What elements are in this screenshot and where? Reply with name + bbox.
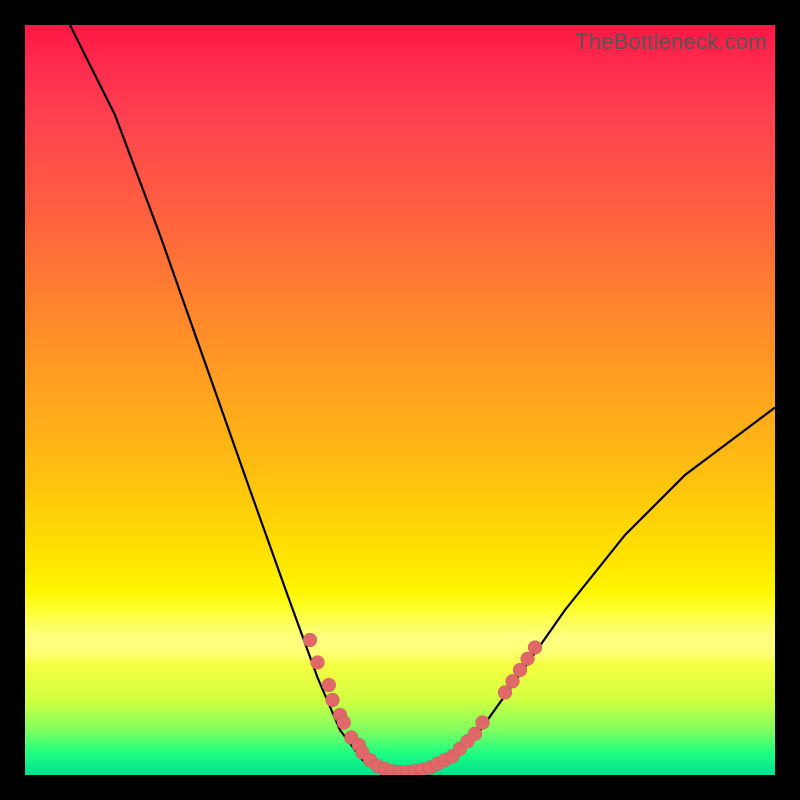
data-points-layer <box>25 25 775 775</box>
data-point <box>326 693 340 707</box>
data-point <box>337 716 351 730</box>
data-point <box>322 678 336 692</box>
data-point <box>528 641 542 655</box>
chart-frame: TheBottleneck.com <box>25 25 775 775</box>
data-point <box>476 716 490 730</box>
data-point <box>303 633 317 647</box>
data-point <box>311 656 325 670</box>
